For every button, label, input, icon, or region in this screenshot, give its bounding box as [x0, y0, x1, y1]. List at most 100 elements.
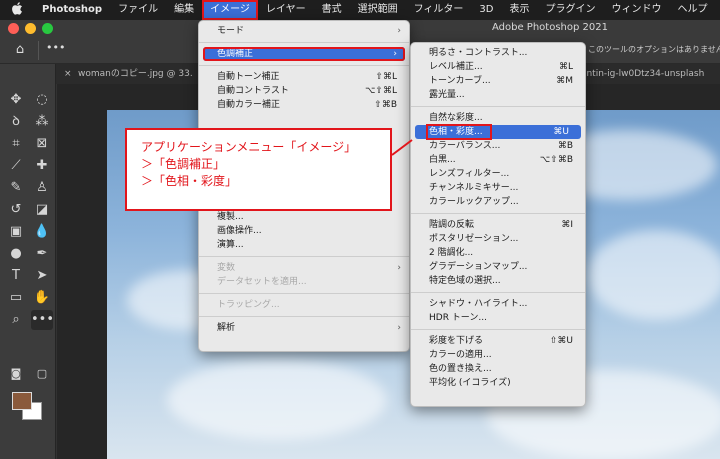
- menu-item-threshold[interactable]: 2 階調化...: [411, 246, 585, 260]
- menu-item-invert[interactable]: 階調の反転 ⌘I: [411, 218, 585, 232]
- menu-item-channel-mixer[interactable]: チャンネルミキサー...: [411, 181, 585, 195]
- menu-type[interactable]: 書式: [314, 0, 350, 20]
- menu-item-variables[interactable]: 変数 ›: [199, 261, 409, 275]
- more-options-button[interactable]: •••: [46, 41, 65, 54]
- lasso-tool-icon[interactable]: ꝺ: [5, 112, 27, 132]
- zoom-window-button[interactable]: [42, 23, 53, 34]
- menu-item-black-white[interactable]: 白黒... ⌥⇧⌘B: [411, 153, 585, 167]
- menu-item-label: グラデーションマップ...: [429, 262, 528, 272]
- type-tool-icon[interactable]: T: [5, 266, 27, 286]
- menu-view[interactable]: 表示: [501, 0, 537, 20]
- shortcut-label: ⌥⇧⌘B: [539, 155, 573, 165]
- menu-item-color-lookup[interactable]: カラールックアップ...: [411, 195, 585, 209]
- foreground-color-swatch[interactable]: [12, 392, 32, 410]
- apple-icon[interactable]: [0, 2, 34, 18]
- callout-line-1: アプリケーションメニュー「イメージ」: [141, 140, 357, 154]
- shortcut-label: ⌘L: [558, 62, 573, 72]
- menu-item-mode[interactable]: モード ›: [199, 24, 409, 38]
- menu-item-color-balance[interactable]: カラーバランス... ⌘B: [411, 139, 585, 153]
- eyedropper-icon[interactable]: ⟋: [5, 156, 27, 176]
- shortcut-label: ⇧⌘L: [375, 72, 397, 82]
- menu-item-auto-tone[interactable]: 自動トーン補正 ⇧⌘L: [199, 70, 409, 84]
- marquee-tool-icon[interactable]: ◌: [31, 90, 53, 110]
- zoom-tool-icon[interactable]: ⌕: [5, 310, 27, 330]
- move-tool-icon[interactable]: ✥: [5, 90, 27, 110]
- more-tools-icon[interactable]: •••: [31, 310, 54, 330]
- menu-item-hue-saturation[interactable]: 色相・彩度... ⌘U: [415, 124, 581, 140]
- menu-item-auto-color[interactable]: 自動カラー補正 ⇧⌘B: [199, 98, 409, 112]
- menu-item-replace-color[interactable]: 色の置き換え...: [411, 362, 585, 376]
- menu-item-photo-filter[interactable]: レンズフィルター...: [411, 167, 585, 181]
- menu-item-apply-dataset[interactable]: データセットを適用...: [199, 275, 409, 289]
- menu-item-label: カラールックアップ...: [429, 197, 519, 207]
- menu-item-brightness-contrast[interactable]: 明るさ・コントラスト...: [411, 46, 585, 60]
- callout-line-3: ＞「色相・彩度」: [141, 174, 238, 188]
- hand-tool-icon[interactable]: ✋: [31, 288, 53, 308]
- menu-item-label: トラッピング...: [217, 300, 280, 310]
- stamp-tool-icon[interactable]: ♙: [31, 178, 53, 198]
- menu-item-vibrance[interactable]: 自然な彩度...: [411, 111, 585, 125]
- gradient-tool-icon[interactable]: ▣: [5, 222, 27, 242]
- menu-item-duplicate[interactable]: 複製...: [199, 210, 409, 224]
- tools-panel: ✥ ◌ ꝺ ⁂ ⌗ ⊠ ⟋ ✚ ✎ ♙ ↺ ◪ ▣ 💧 ● ✒ T ➤ ▭ ✋ …: [0, 64, 56, 459]
- menu-select[interactable]: 選択範囲: [350, 0, 406, 20]
- home-icon[interactable]: ⌂: [10, 42, 30, 58]
- menu-item-gradient-map[interactable]: グラデーションマップ...: [411, 260, 585, 274]
- menu-item-label: カラーの適用...: [429, 350, 492, 360]
- menu-item-selective-color[interactable]: 特定色域の選択...: [411, 274, 585, 288]
- quick-mask-icon[interactable]: ◙: [5, 364, 27, 384]
- shortcut-label: ⇧⌘B: [374, 100, 397, 110]
- crop-tool-icon[interactable]: ⌗: [5, 134, 27, 154]
- chevron-right-icon: ›: [393, 49, 397, 59]
- menu-item-posterize[interactable]: ポスタリゼーション...: [411, 232, 585, 246]
- brush-tool-icon[interactable]: ✎: [5, 178, 27, 198]
- minimize-window-button[interactable]: [25, 23, 36, 34]
- menu-separator: [199, 42, 409, 43]
- menu-file[interactable]: ファイル: [110, 0, 166, 20]
- menu-item-label: 自然な彩度...: [429, 113, 483, 123]
- menu-item-hdr-toning[interactable]: HDR トーン...: [411, 311, 585, 325]
- menu-window[interactable]: ウィンドウ: [603, 0, 669, 20]
- screen-mode-icon[interactable]: ▢: [31, 364, 53, 384]
- menu-item-apply-image[interactable]: 画像操作...: [199, 224, 409, 238]
- magic-wand-icon[interactable]: ⁂: [31, 112, 53, 132]
- healing-brush-icon[interactable]: ✚: [31, 156, 53, 176]
- menu-photoshop[interactable]: Photoshop: [34, 0, 110, 20]
- menu-layer[interactable]: レイヤー: [258, 0, 314, 20]
- shape-tool-icon[interactable]: ▭: [5, 288, 27, 308]
- history-brush-icon[interactable]: ↺: [5, 200, 27, 220]
- eraser-tool-icon[interactable]: ◪: [31, 200, 53, 220]
- menu-filter[interactable]: フィルター: [406, 0, 472, 20]
- menu-separator: [199, 293, 409, 294]
- menu-item-levels[interactable]: レベル補正... ⌘L: [411, 60, 585, 74]
- menu-item-shadows-highlights[interactable]: シャドウ・ハイライト...: [411, 297, 585, 311]
- menu-item-trap[interactable]: トラッピング...: [199, 298, 409, 312]
- menu-item-label: 2 階調化...: [429, 248, 474, 258]
- shortcut-label: ⌘B: [557, 141, 573, 151]
- menu-separator: [199, 316, 409, 317]
- menu-item-auto-contrast[interactable]: 自動コントラスト ⌥⇧⌘L: [199, 84, 409, 98]
- frame-tool-icon[interactable]: ⊠: [31, 134, 53, 154]
- tab-woman-copy[interactable]: womanのコピー.jpg @ 33.: [78, 64, 193, 84]
- close-window-button[interactable]: [8, 23, 19, 34]
- blur-tool-icon[interactable]: 💧: [31, 222, 53, 242]
- menu-edit[interactable]: 編集: [166, 0, 202, 20]
- menu-item-analysis[interactable]: 解析 ›: [199, 321, 409, 335]
- menu-3d[interactable]: 3D: [471, 0, 501, 20]
- menu-plugins[interactable]: プラグイン: [537, 0, 603, 20]
- tab-close-icon[interactable]: ×: [64, 64, 72, 84]
- menu-item-exposure[interactable]: 露光量...: [411, 88, 585, 102]
- tab-unsplash[interactable]: cantin-ig-lw0Dtz34-unsplash: [576, 64, 704, 84]
- menu-item-label: 色調補正: [217, 49, 254, 59]
- menu-help[interactable]: ヘルプ: [669, 0, 715, 20]
- menu-item-calculations[interactable]: 演算...: [199, 238, 409, 252]
- menu-image[interactable]: イメージ: [202, 0, 258, 20]
- path-select-icon[interactable]: ➤: [31, 266, 53, 286]
- menu-item-desaturate[interactable]: 彩度を下げる ⇧⌘U: [411, 334, 585, 348]
- dodge-tool-icon[interactable]: ●: [5, 244, 27, 264]
- menu-item-curves[interactable]: トーンカーブ... ⌘M: [411, 74, 585, 88]
- pen-tool-icon[interactable]: ✒: [31, 244, 53, 264]
- menu-item-match-color[interactable]: カラーの適用...: [411, 348, 585, 362]
- menu-item-equalize[interactable]: 平均化 (イコライズ): [411, 376, 585, 390]
- menu-item-adjustments[interactable]: 色調補正 ›: [203, 47, 405, 61]
